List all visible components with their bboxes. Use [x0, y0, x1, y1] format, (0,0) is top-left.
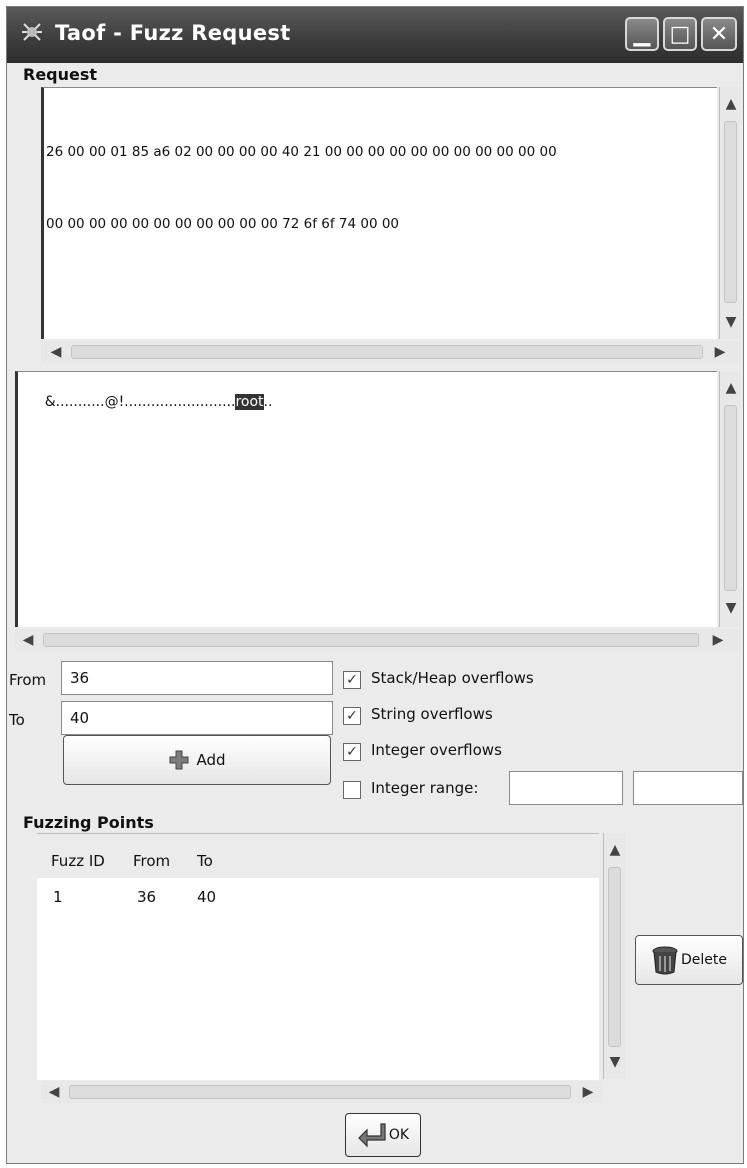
app-icon	[22, 23, 42, 41]
minimize-button[interactable]: ▁	[625, 17, 659, 51]
scroll-right-icon[interactable]: ▶	[707, 629, 729, 651]
hex-view[interactable]: 26 00 00 01 85 a6 02 00 00 00 00 40 21 0…	[41, 87, 717, 339]
delete-button-label: Delete	[681, 952, 727, 968]
scroll-thumb[interactable]	[724, 405, 737, 591]
fuzz-table-horizontal-scrollbar[interactable]: ◀ ▶	[41, 1081, 603, 1103]
hex-line: 00 00 00 00 00 00 00 00 00 00 00 72 6f 6…	[46, 216, 400, 232]
hex-vertical-scrollbar[interactable]: ▲ ▼	[719, 87, 741, 339]
ascii-view[interactable]: &...........@!.........................r…	[15, 371, 717, 627]
scroll-right-icon[interactable]: ▶	[709, 341, 731, 363]
scroll-left-icon[interactable]: ◀	[17, 629, 39, 651]
trash-icon	[652, 946, 678, 975]
ascii-horizontal-scrollbar[interactable]: ◀ ▶	[15, 629, 741, 651]
enter-arrow-icon	[358, 1123, 386, 1148]
fuzz-request-window: Taof - Fuzz Request ▁ □ ✕ Request 26 00 …	[6, 6, 744, 1164]
stack-heap-checkbox[interactable]: ✓	[343, 671, 361, 689]
scroll-thumb[interactable]	[69, 1085, 571, 1099]
cell-from: 36	[137, 888, 157, 906]
scroll-thumb[interactable]	[43, 633, 699, 647]
scroll-down-icon[interactable]: ▼	[720, 597, 742, 619]
scroll-left-icon[interactable]: ◀	[43, 1081, 65, 1103]
fuzzing-points-table[interactable]: Fuzz ID From To 1 36 40	[37, 833, 599, 1080]
cell-to: 40	[197, 888, 217, 906]
fuzzing-points-label: Fuzzing Points	[23, 813, 154, 832]
scroll-up-icon[interactable]: ▲	[720, 377, 742, 399]
delete-button[interactable]: Delete	[635, 935, 743, 985]
integer-overflows-checkbox[interactable]: ✓	[343, 743, 361, 761]
column-header-to[interactable]: To	[197, 852, 213, 870]
ok-button[interactable]: OK	[345, 1113, 421, 1157]
ok-button-label: OK	[388, 1127, 410, 1143]
table-row[interactable]: 1 36 40	[37, 878, 599, 910]
scroll-thumb[interactable]	[724, 121, 737, 303]
minimize-icon: ▁	[633, 21, 651, 47]
fuzz-table-vertical-scrollbar[interactable]: ▲ ▼	[603, 833, 625, 1079]
scroll-thumb[interactable]	[608, 867, 621, 1047]
add-button-label: Add	[196, 751, 226, 769]
title-bar[interactable]: Taof - Fuzz Request ▁ □ ✕	[7, 7, 743, 63]
to-input[interactable]: 40	[61, 701, 333, 735]
maximize-button[interactable]: □	[663, 17, 697, 51]
ascii-vertical-scrollbar[interactable]: ▲ ▼	[719, 371, 741, 627]
stack-heap-label: Stack/Heap overflows	[371, 669, 534, 687]
integer-range-label: Integer range:	[371, 779, 479, 797]
ascii-text: &...........@!.........................	[44, 394, 236, 410]
string-overflows-label: String overflows	[371, 705, 493, 723]
integer-range-max-input[interactable]	[633, 771, 743, 805]
request-label: Request	[23, 65, 98, 84]
hex-line: 26 00 00 01 85 a6 02 00 00 00 00 40 21 0…	[46, 144, 557, 160]
string-overflows-checkbox[interactable]: ✓	[343, 707, 361, 725]
maximize-icon: □	[669, 21, 691, 47]
scroll-right-icon[interactable]: ▶	[577, 1081, 599, 1103]
from-label: From	[9, 671, 47, 689]
integer-overflows-label: Integer overflows	[371, 741, 502, 759]
column-header-fuzz-id[interactable]: Fuzz ID	[51, 852, 105, 870]
to-label: To	[9, 711, 25, 729]
column-header-from[interactable]: From	[133, 852, 170, 870]
window-title: Taof - Fuzz Request	[55, 21, 291, 45]
ascii-text-tail: ..	[263, 394, 273, 410]
ascii-selection[interactable]: root	[235, 394, 264, 410]
add-button[interactable]: Add	[63, 735, 331, 785]
scroll-down-icon[interactable]: ▼	[604, 1051, 626, 1073]
close-icon: ✕	[709, 21, 729, 47]
integer-range-min-input[interactable]	[509, 771, 623, 805]
scroll-left-icon[interactable]: ◀	[45, 341, 67, 363]
from-input[interactable]: 36	[61, 661, 333, 695]
table-header: Fuzz ID From To	[37, 834, 599, 878]
scroll-up-icon[interactable]: ▲	[720, 93, 742, 115]
close-button[interactable]: ✕	[701, 17, 737, 51]
hex-horizontal-scrollbar[interactable]: ◀ ▶	[41, 341, 741, 363]
scroll-down-icon[interactable]: ▼	[720, 311, 742, 333]
scroll-up-icon[interactable]: ▲	[604, 839, 626, 861]
cell-fuzz-id: 1	[53, 888, 63, 906]
integer-range-checkbox[interactable]	[343, 781, 361, 799]
scroll-thumb[interactable]	[71, 345, 703, 359]
plus-icon	[169, 750, 189, 770]
